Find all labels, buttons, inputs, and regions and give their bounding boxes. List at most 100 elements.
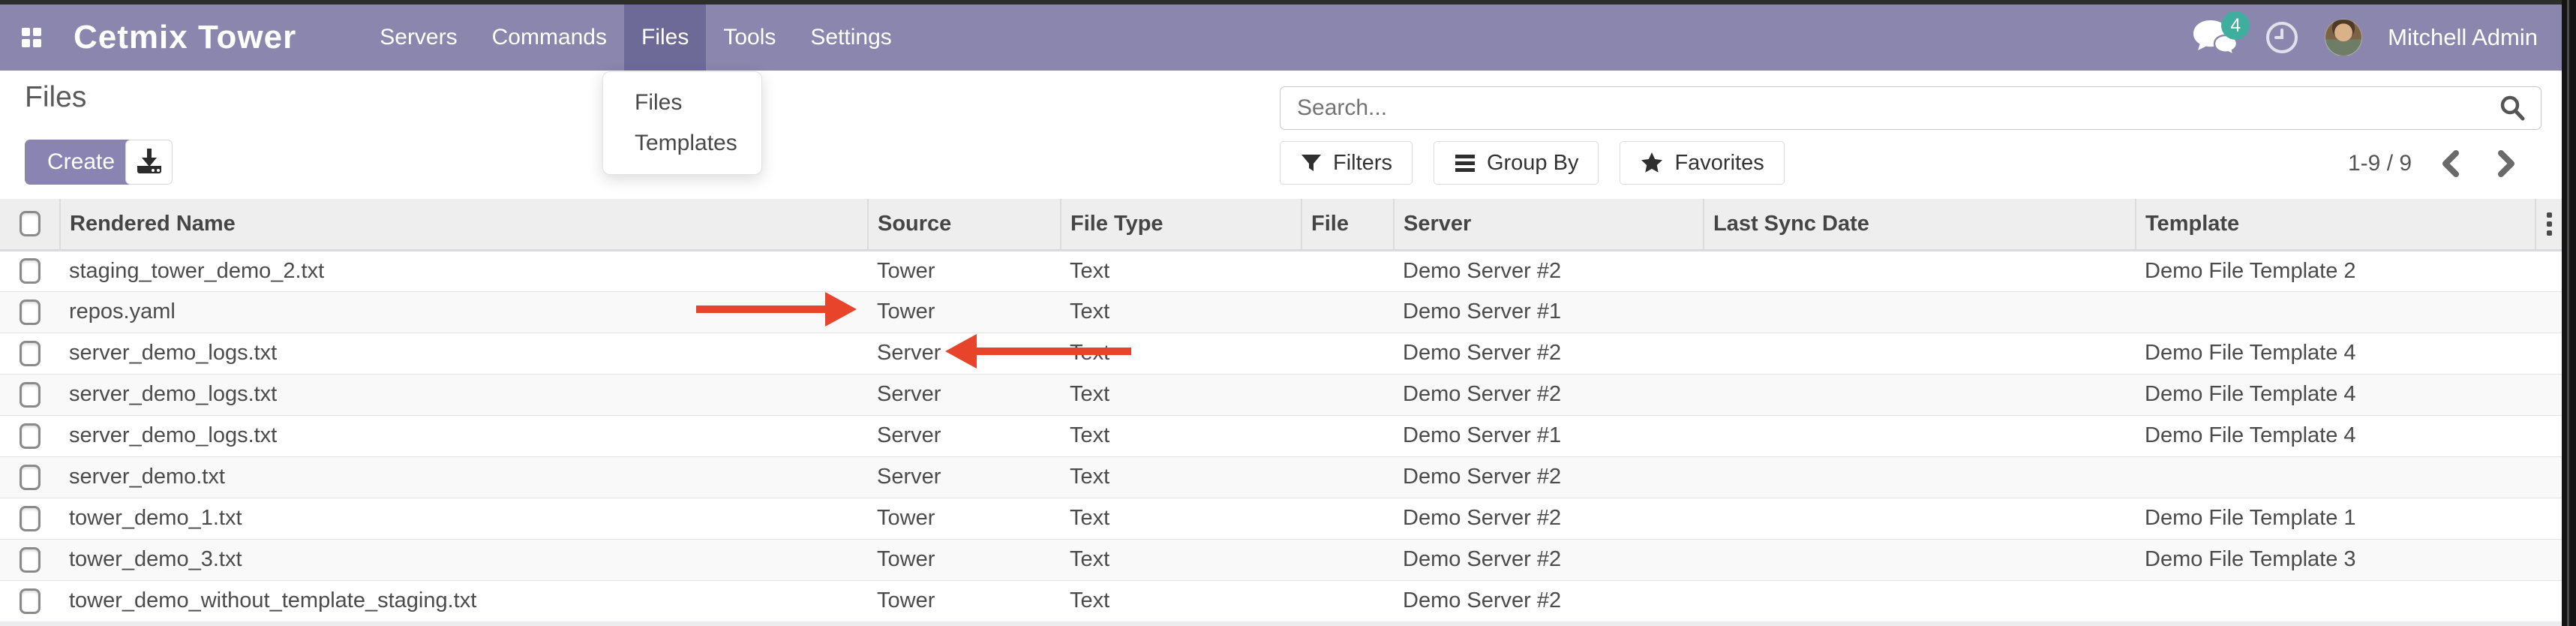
cell-rendered-name: server_demo_logs.txt <box>60 415 868 456</box>
group-by-label: Group By <box>1487 151 1579 176</box>
menu-item[interactable]: Files <box>624 5 706 71</box>
table-row[interactable]: repos.yaml Tower Text Demo Server #1 <box>0 291 2562 333</box>
cell-last-sync-date <box>1704 415 2136 456</box>
pager-next-button[interactable] <box>2490 147 2523 180</box>
table-body: staging_tower_demo_2.txt Tower Text Demo… <box>0 250 2562 621</box>
table-row[interactable]: server_demo_logs.txt Server Text Demo Se… <box>0 415 2562 456</box>
column-header-file[interactable]: File <box>1302 199 1394 250</box>
menu-item[interactable]: Servers <box>362 5 474 71</box>
row-checkbox[interactable] <box>20 547 41 573</box>
cell-template <box>2136 456 2535 498</box>
table-row[interactable]: server_demo_logs.txt Server Text Demo Se… <box>0 333 2562 374</box>
column-header-rendered-name[interactable]: Rendered Name <box>60 199 868 250</box>
cell-template: Demo File Template 2 <box>2136 250 2535 291</box>
cell-file-type: Text <box>1061 374 1302 415</box>
user-name[interactable]: Mitchell Admin <box>2388 24 2538 51</box>
row-checkbox[interactable] <box>20 588 41 614</box>
row-checkbox[interactable] <box>20 299 41 325</box>
table-row[interactable]: server_demo.txt Server Text Demo Server … <box>0 456 2562 498</box>
cell-last-sync-date <box>1704 580 2136 621</box>
cell-last-sync-date <box>1704 456 2136 498</box>
cell-server: Demo Server #2 <box>1394 456 1704 498</box>
dropdown-item[interactable]: Files <box>603 83 761 123</box>
favorites-label: Favorites <box>1674 151 1764 176</box>
group-by-button[interactable]: Group By <box>1434 141 1599 185</box>
messages-badge: 4 <box>2221 11 2250 40</box>
table-row[interactable]: tower_demo_1.txt Tower Text Demo Server … <box>0 498 2562 539</box>
cell-options <box>2535 333 2562 374</box>
cell-file-type: Text <box>1061 415 1302 456</box>
menu-item[interactable]: Settings <box>793 5 908 71</box>
cell-options <box>2535 456 2562 498</box>
navbar-right: 4 Mitchell Admin <box>2191 5 2562 71</box>
table-row[interactable]: staging_tower_demo_2.txt Tower Text Demo… <box>0 250 2562 291</box>
row-select-cell <box>0 291 60 333</box>
column-options-header[interactable] <box>2535 199 2562 250</box>
funnel-icon <box>1300 152 1323 174</box>
cell-template <box>2136 580 2535 621</box>
row-checkbox[interactable] <box>20 341 41 366</box>
cell-file <box>1302 291 1394 333</box>
search-icon <box>2497 93 2527 123</box>
favorites-button[interactable]: Favorites <box>1620 141 1784 185</box>
row-checkbox[interactable] <box>20 382 41 408</box>
column-header-source[interactable]: Source <box>868 199 1061 250</box>
table-row[interactable]: tower_demo_without_template_staging.txt … <box>0 580 2562 621</box>
cell-template: Demo File Template 4 <box>2136 333 2535 374</box>
cell-template: Demo File Template 1 <box>2136 498 2535 539</box>
cell-rendered-name: staging_tower_demo_2.txt <box>60 250 868 291</box>
cell-file <box>1302 580 1394 621</box>
menu-item[interactable]: Tools <box>706 5 793 71</box>
table-row[interactable]: tower_demo_3.txt Tower Text Demo Server … <box>0 539 2562 580</box>
cell-rendered-name: server_demo_logs.txt <box>60 333 868 374</box>
column-header-last-sync-date[interactable]: Last Sync Date <box>1704 199 2136 250</box>
vertical-dots-icon[interactable] <box>2545 212 2553 236</box>
column-header-template[interactable]: Template <box>2136 199 2535 250</box>
messages-button[interactable]: 4 <box>2191 17 2239 58</box>
main-menu: Servers Commands Files Tools Settings <box>362 5 909 71</box>
scrollbar[interactable] <box>2567 0 2569 626</box>
apps-menu-button[interactable] <box>0 5 63 71</box>
cell-rendered-name: repos.yaml <box>60 291 868 333</box>
cell-server: Demo Server #2 <box>1394 250 1704 291</box>
page-title: Files <box>25 81 86 114</box>
filters-button[interactable]: Filters <box>1280 141 1413 185</box>
select-all-header[interactable] <box>0 199 60 250</box>
clock-icon <box>2265 20 2299 55</box>
cell-file <box>1302 498 1394 539</box>
cell-template: Demo File Template 4 <box>2136 415 2535 456</box>
search-input[interactable] <box>1280 95 2484 121</box>
export-button[interactable] <box>125 140 173 185</box>
column-header-server[interactable]: Server <box>1394 199 1704 250</box>
cell-rendered-name: tower_demo_1.txt <box>60 498 868 539</box>
search-submit[interactable] <box>2484 87 2541 129</box>
select-all-checkbox[interactable] <box>20 211 41 236</box>
cell-rendered-name: tower_demo_without_template_staging.txt <box>60 580 868 621</box>
cell-source: Tower <box>868 291 1061 333</box>
row-select-cell <box>0 498 60 539</box>
user-avatar[interactable] <box>2325 19 2362 56</box>
row-checkbox[interactable] <box>20 465 41 490</box>
row-checkbox[interactable] <box>20 258 41 284</box>
row-checkbox[interactable] <box>20 423 41 449</box>
pager-previous-button[interactable] <box>2434 147 2467 180</box>
cell-last-sync-date <box>1704 539 2136 580</box>
activities-button[interactable] <box>2265 20 2299 55</box>
cell-last-sync-date <box>1704 333 2136 374</box>
cell-file <box>1302 539 1394 580</box>
files-table: Rendered Name Source File Type File Serv… <box>0 199 2562 621</box>
row-select-cell <box>0 333 60 374</box>
menu-item[interactable]: Commands <box>475 5 624 71</box>
create-button[interactable]: Create <box>25 140 137 185</box>
dropdown-item[interactable]: Templates <box>603 123 761 164</box>
cell-source: Server <box>868 415 1061 456</box>
table-row[interactable]: server_demo_logs.txt Server Text Demo Se… <box>0 374 2562 415</box>
cell-last-sync-date <box>1704 250 2136 291</box>
row-checkbox[interactable] <box>20 506 41 531</box>
cell-server: Demo Server #2 <box>1394 539 1704 580</box>
cell-options <box>2535 498 2562 539</box>
column-header-file-type[interactable]: File Type <box>1061 199 1302 250</box>
pager-range: 1-9 / 9 <box>2348 151 2412 176</box>
brand-title[interactable]: Cetmix Tower <box>63 5 304 71</box>
cell-file <box>1302 333 1394 374</box>
